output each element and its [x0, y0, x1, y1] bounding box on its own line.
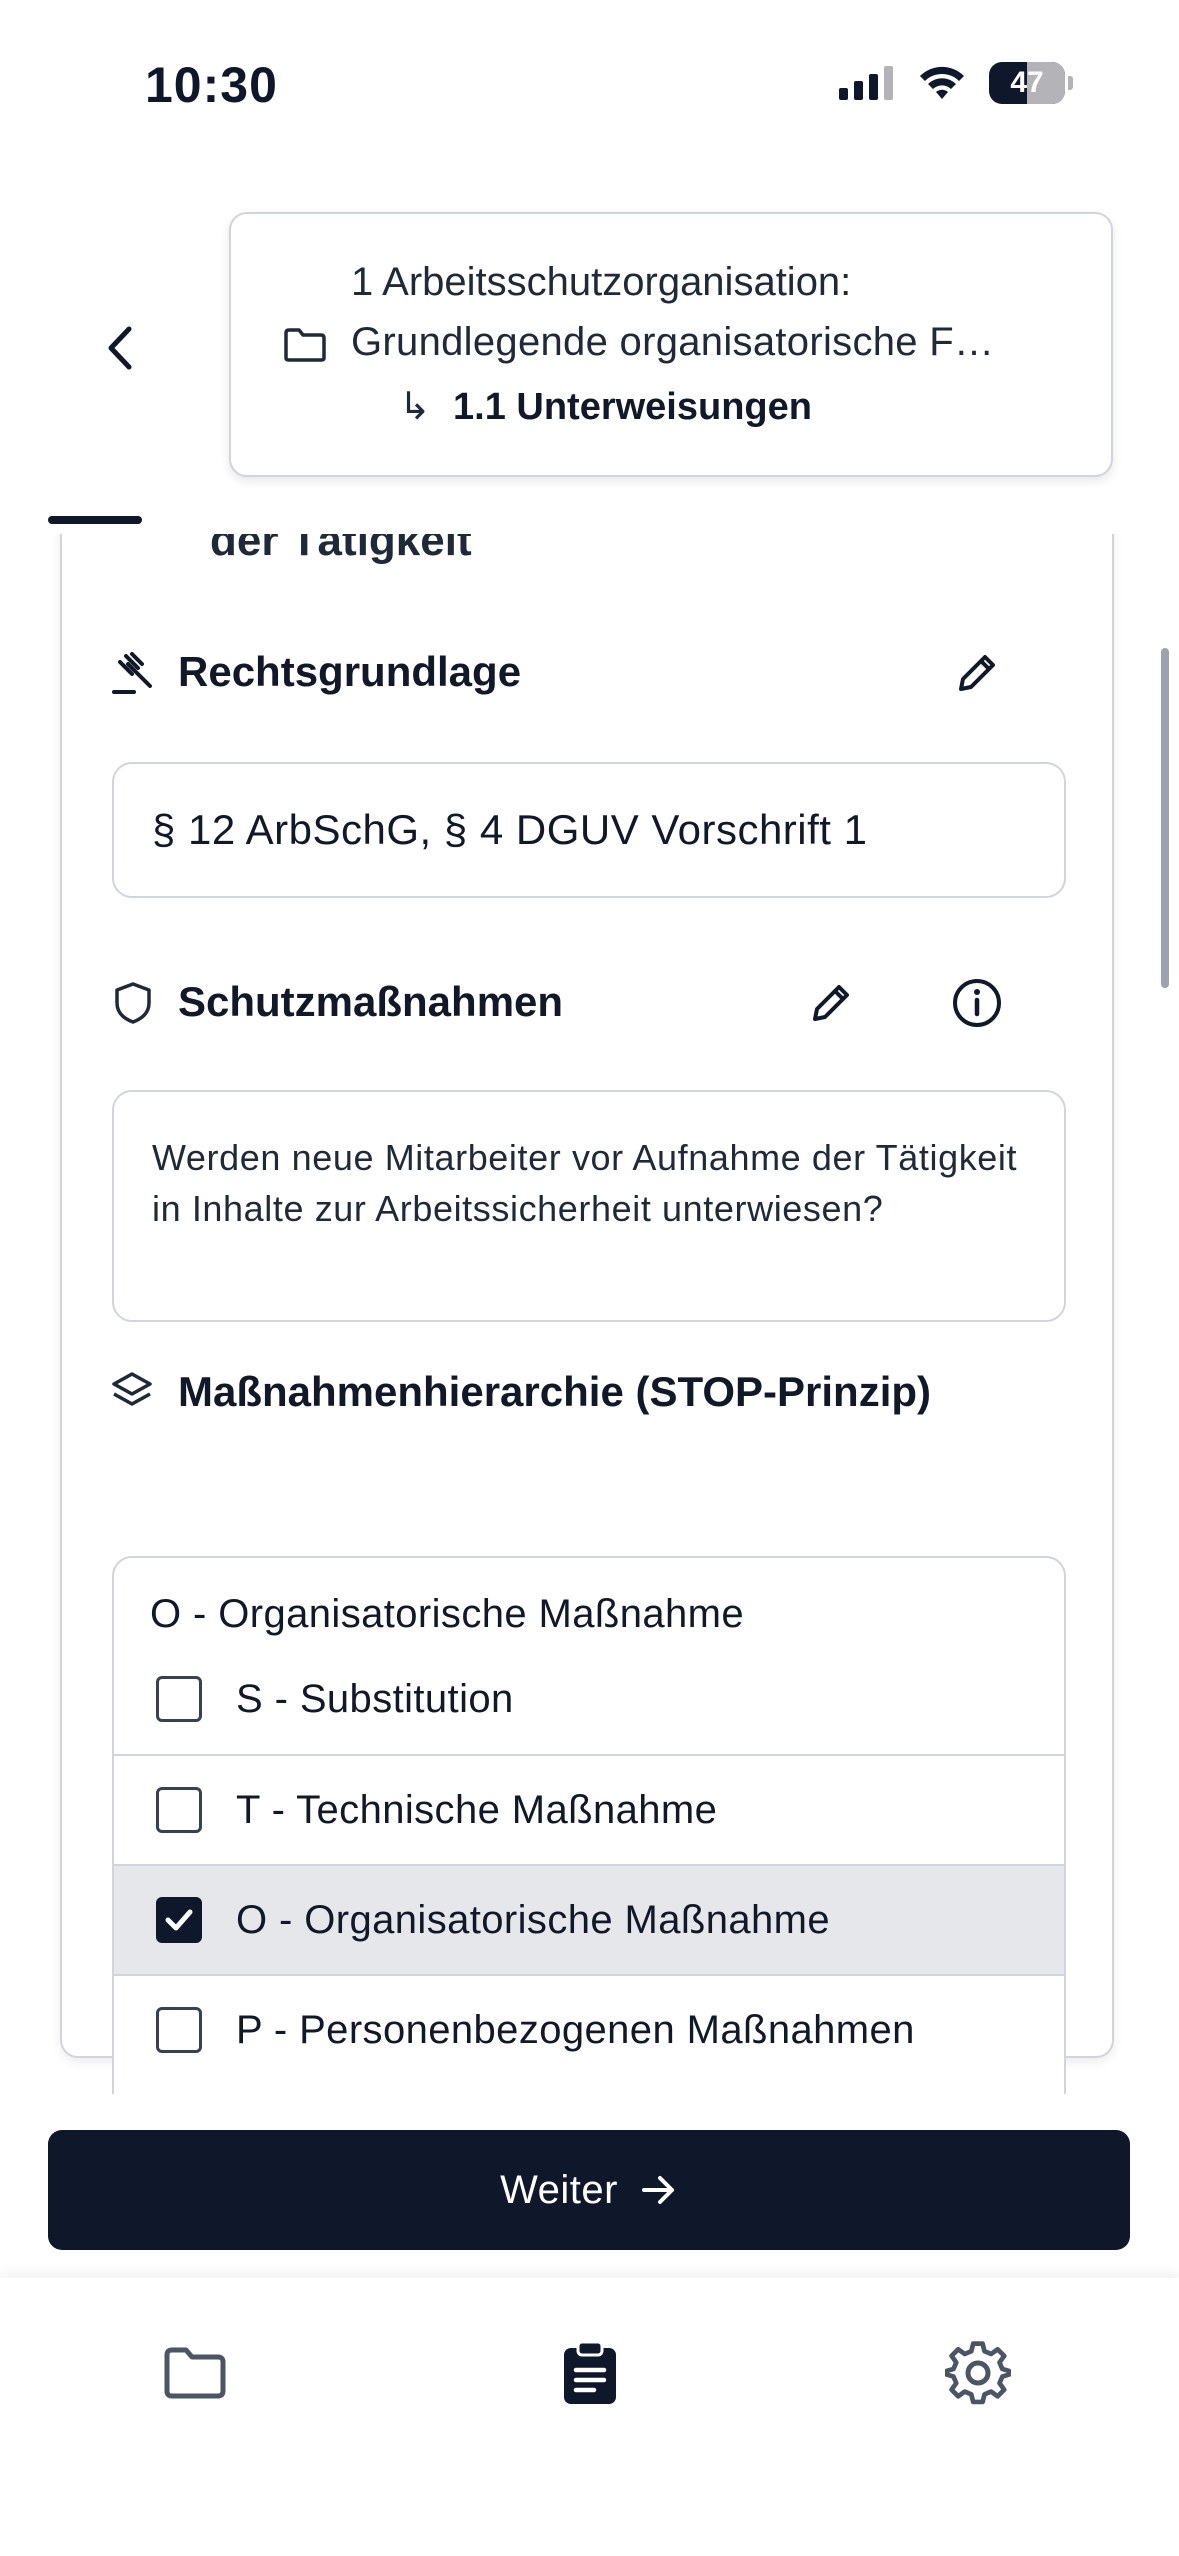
bottom-navigation: [0, 2278, 1179, 2556]
option-organisatorische[interactable]: O - Organisatorische Maßnahme: [114, 1864, 1064, 1974]
schutzmassnahmen-field[interactable]: Werden neue Mitarbeiter vor Aufnahme der…: [112, 1090, 1066, 1322]
status-time: 10:30: [145, 57, 278, 113]
option-substitution[interactable]: S - Substitution: [114, 1644, 1064, 1754]
weiter-label: Weiter: [500, 2167, 618, 2212]
layers-icon: [112, 1372, 152, 1406]
battery-tip: [1068, 76, 1073, 90]
option-technische[interactable]: T - Technische Maßnahme: [114, 1754, 1064, 1864]
battery-level: 47: [1010, 66, 1044, 99]
breadcrumb[interactable]: 1 Arbeitsschutzorganisation: Grundlegend…: [229, 212, 1113, 477]
breadcrumb-parent-line2: Grundlegende organisatorische F…: [351, 320, 995, 364]
arrow-right-icon: [641, 2176, 674, 2204]
battery-icon: 47: [989, 62, 1065, 104]
cellular-signal-icon: [839, 66, 893, 100]
scrollbar[interactable]: [1161, 648, 1169, 988]
clipboard-icon: [564, 2340, 616, 2404]
info-icon: [953, 979, 1001, 1027]
option-label: T - Technische Maßnahme: [236, 1787, 718, 1832]
weiter-button[interactable]: Weiter: [48, 2130, 1130, 2250]
question-title-partial: der Tätigkeit: [210, 534, 472, 565]
status-icons: 47: [839, 62, 1073, 104]
pencil-icon: [813, 985, 849, 1021]
nav-checklist[interactable]: [545, 2328, 635, 2418]
hierarchie-select[interactable]: O - Organisatorische Maßnahme S - Substi…: [112, 1556, 1066, 2094]
option-label: O - Organisatorische Maßnahme: [236, 1897, 831, 1942]
chevron-left-icon: [108, 326, 132, 370]
option-label: S - Substitution: [236, 1676, 514, 1721]
checkmark-icon: [165, 1909, 193, 1931]
edit-schutzmassnahmen-button[interactable]: [796, 968, 866, 1038]
checkbox-unchecked[interactable]: [156, 1676, 202, 1722]
content-scroll-area[interactable]: der Tätigkeit Rechtsgrundlage § 12 ArbSc…: [0, 534, 1179, 2094]
rechtsgrundlage-field[interactable]: § 12 ArbSchG, § 4 DGUV Vorschrift 1: [112, 762, 1066, 898]
breadcrumb-parent-line1: 1 Arbeitsschutzorganisation:: [351, 260, 852, 304]
checkbox-unchecked[interactable]: [156, 2007, 202, 2053]
tab-indicator: [48, 516, 142, 524]
rechtsgrundlage-title: Rechtsgrundlage: [178, 648, 522, 695]
schutzmassnahmen-title: Schutzmaßnahmen: [178, 978, 564, 1025]
shield-icon: [115, 982, 151, 1024]
hierarchie-title: Maßnahmenhierarchie (STOP-Prinzip): [178, 1368, 932, 1415]
question-card: der Tätigkeit Rechtsgrundlage § 12 ArbSc…: [60, 534, 1114, 2094]
wifi-icon: [920, 66, 964, 99]
option-personenbezogen[interactable]: P - Personenbezogenen Maßnahmen: [114, 1974, 1064, 2084]
nav-folder[interactable]: [150, 2328, 240, 2418]
folder-icon: [164, 2347, 226, 2399]
checkbox-unchecked[interactable]: [156, 1787, 202, 1833]
checkbox-checked[interactable]: [156, 1897, 202, 1943]
info-button[interactable]: [942, 968, 1012, 1038]
pencil-icon: [959, 655, 995, 691]
breadcrumb-current: 1.1 Unterweisungen: [453, 386, 812, 428]
gavel-icon: [112, 652, 152, 694]
hierarchie-selected-value: O - Organisatorische Maßnahme: [150, 1592, 745, 1636]
back-button[interactable]: [96, 318, 144, 378]
gear-icon: [945, 2341, 1011, 2405]
subdirectory-arrow-icon: ↳: [399, 386, 431, 428]
edit-rechtsgrundlage-button[interactable]: [942, 638, 1012, 708]
folder-icon: [284, 328, 326, 362]
option-label: P - Personenbezogenen Maßnahmen: [236, 2007, 915, 2052]
nav-settings[interactable]: [933, 2328, 1023, 2418]
